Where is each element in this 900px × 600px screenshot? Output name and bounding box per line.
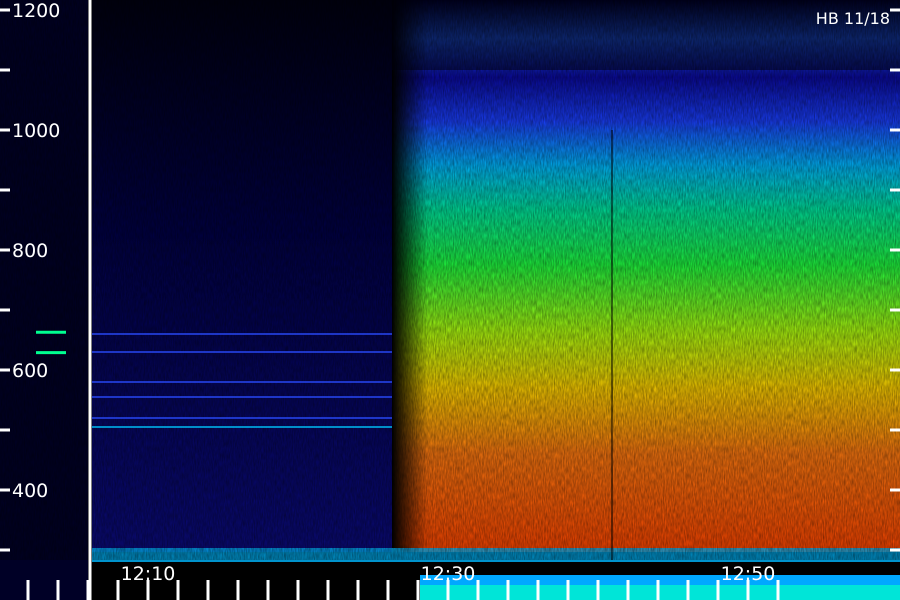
x-tick-label: 12:50 — [721, 563, 776, 585]
y-tick-label: 1200 — [12, 0, 60, 22]
y-tick-label: 400 — [12, 480, 48, 502]
y-tick-label: 1000 — [12, 120, 60, 142]
below-axis-cyan — [420, 585, 900, 600]
instrument-badge: HB 11/18 — [816, 9, 890, 28]
x-tick-label: 12:30 — [421, 563, 476, 585]
spectrogram-chart: 400 600 800 1000 1200 12:10 12:30 12:50 HB 11/… — [0, 0, 900, 600]
y-tick-label: 600 — [12, 360, 48, 382]
noise-overlay — [0, 0, 900, 560]
y-tick-label: 800 — [12, 240, 48, 262]
spectrogram-image — [0, 0, 900, 600]
x-tick-label: 12:10 — [121, 563, 176, 585]
